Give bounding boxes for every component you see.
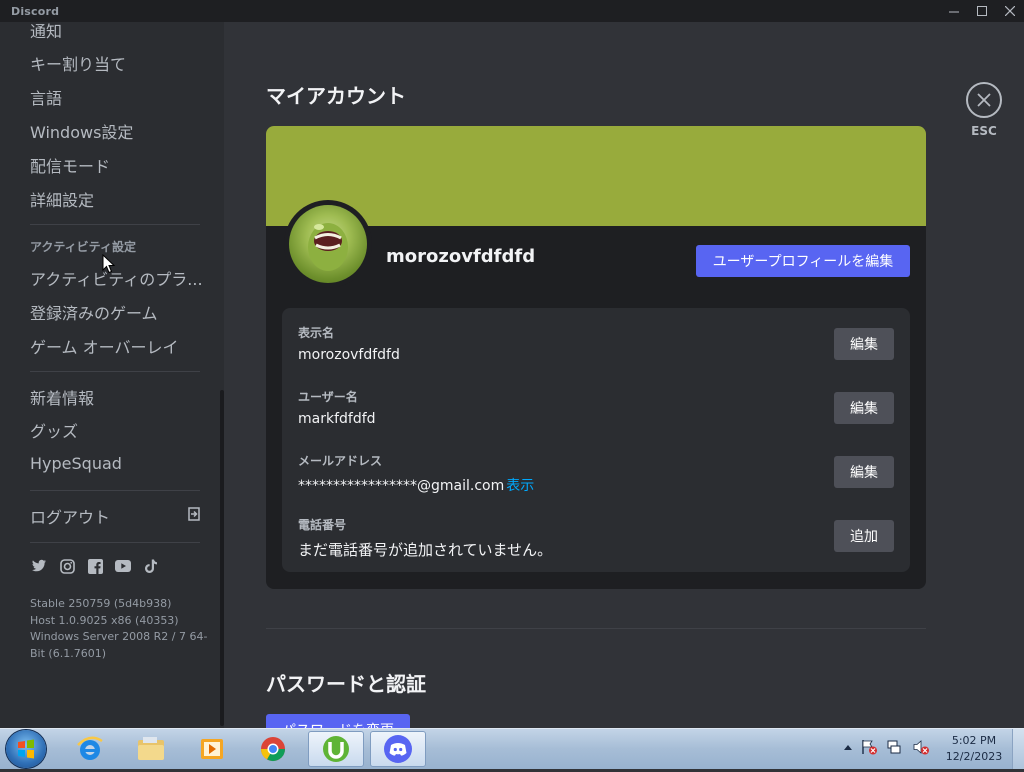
close-settings-button[interactable] xyxy=(966,82,1002,118)
sidebar-item-merch[interactable]: グッズ xyxy=(30,418,78,442)
field-phone: 電話番号 まだ電話番号が追加されていません。 xyxy=(298,516,552,560)
avatar[interactable] xyxy=(289,205,367,283)
taskbar-clock[interactable]: 5:02 PM 12/2/2023 xyxy=(940,733,1008,765)
sidebar-item-streamer-mode[interactable]: 配信モード xyxy=(30,153,110,177)
network-icon[interactable] xyxy=(886,739,904,755)
window-controls xyxy=(940,0,1024,22)
instagram-icon[interactable] xyxy=(58,557,76,575)
taskbar-file-explorer[interactable] xyxy=(123,731,179,767)
window-titlebar: Discord xyxy=(0,0,1024,22)
close-icon xyxy=(1005,6,1015,16)
version-info: Stable 250759 (5d4b938) Host 1.0.9025 x8… xyxy=(30,596,210,662)
sidebar-item-windows-settings[interactable]: Windows設定 xyxy=(30,119,133,143)
sidebar-item-language[interactable]: 言語 xyxy=(30,85,62,109)
taskbar-discord[interactable] xyxy=(370,731,426,767)
settings-sidebar: 通知 キー割り当て 言語 Windows設定 配信モード 詳細設定 アクティビテ… xyxy=(0,22,224,728)
start-button[interactable] xyxy=(6,730,46,768)
utorrent-icon xyxy=(323,736,349,762)
sidebar-item-advanced[interactable]: 詳細設定 xyxy=(30,187,94,211)
social-links xyxy=(30,557,160,575)
email-masked: *****************@gmail.com xyxy=(298,478,505,494)
profile-username: morozovfdfdfd xyxy=(386,246,536,267)
media-player-icon xyxy=(201,739,223,759)
system-tray xyxy=(844,739,930,755)
internet-explorer-icon xyxy=(77,736,103,760)
tiktok-icon[interactable] xyxy=(142,557,160,575)
sidebar-item-activity-privacy[interactable]: アクティビティのプラ... xyxy=(30,266,203,290)
field-label: 電話番号 xyxy=(298,518,347,532)
field-label: 表示名 xyxy=(298,326,335,340)
edit-display-name-button[interactable]: 編集 xyxy=(834,328,894,360)
sidebar-item-game-overlay[interactable]: ゲーム オーバーレイ xyxy=(30,334,178,358)
volume-muted-icon[interactable] xyxy=(912,739,930,755)
field-value: markfdfdfd xyxy=(298,411,376,427)
maximize-icon xyxy=(977,6,987,16)
password-section-title: パスワードと認証 xyxy=(266,672,426,696)
version-stable: Stable 250759 (5d4b938) xyxy=(30,597,172,610)
clock-time: 5:02 PM xyxy=(951,734,997,747)
section-divider xyxy=(266,628,926,629)
maximize-button[interactable] xyxy=(968,0,996,22)
change-password-button[interactable]: パスワードを変更 xyxy=(266,714,410,728)
profile-banner xyxy=(266,126,926,226)
sidebar-divider xyxy=(30,490,200,491)
windows-logo-icon xyxy=(18,739,34,759)
chrome-icon xyxy=(261,737,285,762)
version-host: Host 1.0.9025 x86 (40353) xyxy=(30,613,179,627)
field-value: morozovfdfdfd xyxy=(298,347,400,363)
show-desktop-button[interactable] xyxy=(1012,729,1024,769)
sidebar-item-keybinds[interactable]: キー割り当て xyxy=(30,51,126,75)
facebook-icon[interactable] xyxy=(86,557,104,575)
page-title: マイアカウント xyxy=(266,84,406,108)
show-hidden-icons-icon[interactable] xyxy=(844,744,852,750)
taskbar-utorrent[interactable] xyxy=(308,731,364,767)
close-settings[interactable]: ESC xyxy=(966,82,1002,138)
field-value: まだ電話番号が追加されていません。 xyxy=(298,541,553,559)
mouse-cursor-icon xyxy=(102,254,116,274)
reveal-email-link[interactable]: 表示 xyxy=(506,478,534,494)
twitter-icon[interactable] xyxy=(30,557,48,575)
field-label: メールアドレス xyxy=(298,454,383,468)
youtube-icon[interactable] xyxy=(114,557,132,575)
edit-username-button[interactable]: 編集 xyxy=(834,392,894,424)
app-title: Discord xyxy=(11,4,60,18)
sidebar-item-logout[interactable]: ログアウト xyxy=(30,504,110,528)
close-icon xyxy=(977,93,991,107)
field-label: ユーザー名 xyxy=(298,390,358,404)
sidebar-header-activity: アクティビティ設定 xyxy=(30,240,136,254)
file-explorer-icon xyxy=(138,737,164,760)
add-phone-button[interactable]: 追加 xyxy=(834,520,894,552)
edit-email-button[interactable]: 編集 xyxy=(834,456,894,488)
discord-icon xyxy=(384,735,412,763)
window-close-button[interactable] xyxy=(996,0,1024,22)
taskbar-internet-explorer[interactable] xyxy=(62,731,118,767)
taskbar-chrome[interactable] xyxy=(245,731,301,767)
field-display-name: 表示名 morozovfdfdfd xyxy=(298,324,400,363)
avatar-ring xyxy=(284,200,372,288)
esc-label: ESC xyxy=(971,124,997,138)
field-username: ユーザー名 markfdfdfd xyxy=(298,388,376,427)
taskbar-media-player[interactable] xyxy=(184,731,240,767)
edit-profile-button[interactable]: ユーザープロフィールを編集 xyxy=(696,245,910,277)
sidebar-item-hypesquad[interactable]: HypeSquad xyxy=(30,454,122,473)
version-os: Windows Server 2008 R2 / 7 64-Bit (6.1.7… xyxy=(30,630,208,660)
sidebar-divider xyxy=(30,371,200,372)
field-value-row: *****************@gmail.com 表示 xyxy=(298,475,534,495)
taskbar: 5:02 PM 12/2/2023 xyxy=(0,728,1024,769)
account-card: morozovfdfdfd ユーザープロフィールを編集 表示名 morozovf… xyxy=(266,126,926,589)
sidebar-divider xyxy=(30,542,200,543)
sidebar-item-notifications[interactable]: 通知 xyxy=(30,22,62,42)
action-center-flag-icon[interactable] xyxy=(860,739,878,755)
account-info-box: 表示名 morozovfdfdfd 編集 ユーザー名 markfdfdfd 編集… xyxy=(282,308,910,572)
sidebar-divider xyxy=(30,224,200,225)
logout-icon xyxy=(188,507,200,521)
field-email: メールアドレス *****************@gmail.com 表示 xyxy=(298,452,534,495)
minimize-icon xyxy=(949,11,959,13)
sidebar-item-registered-games[interactable]: 登録済みのゲーム xyxy=(30,300,158,324)
sidebar-item-whats-new[interactable]: 新着情報 xyxy=(30,385,94,409)
minimize-button[interactable] xyxy=(940,0,968,22)
settings-main: マイアカウント ESC morozovfdfdfd ユーザープロフィールを編集 … xyxy=(224,22,1024,728)
clock-date: 12/2/2023 xyxy=(945,750,1003,763)
